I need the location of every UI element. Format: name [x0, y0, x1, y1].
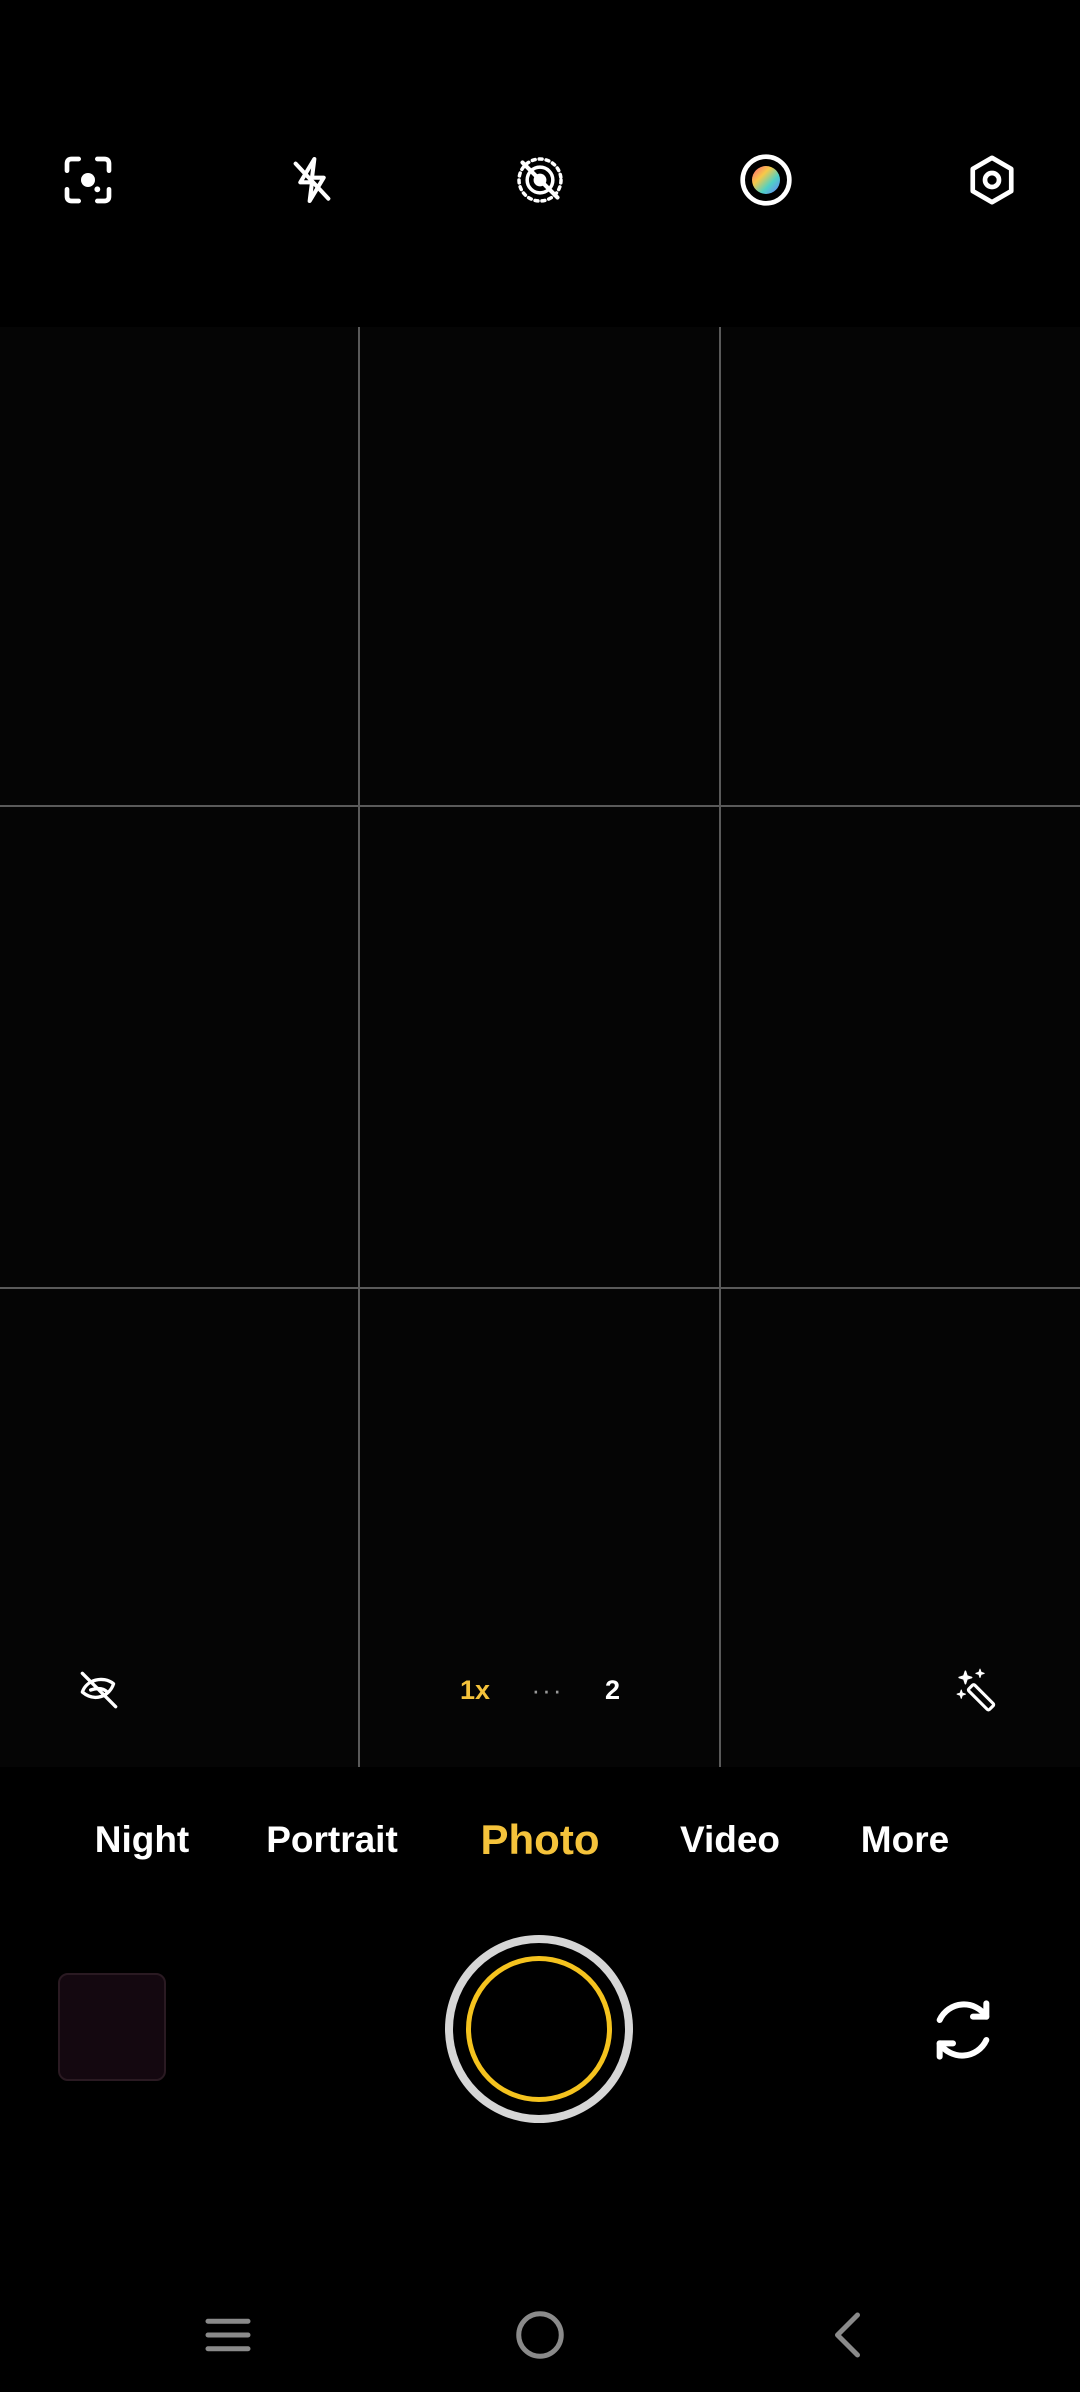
- shutter-button[interactable]: [445, 1935, 633, 2123]
- grid-line: [0, 805, 1080, 807]
- grid-line: [358, 327, 360, 1767]
- shutter-ring: [453, 1943, 625, 2115]
- magic-wand-icon[interactable]: [945, 1655, 1015, 1725]
- mode-video[interactable]: Video: [660, 1805, 800, 1875]
- recent-apps-icon[interactable]: [183, 2290, 273, 2380]
- lens-scan-icon[interactable]: [48, 140, 128, 220]
- gallery-thumbnail[interactable]: [58, 1973, 166, 2081]
- color-filter-icon[interactable]: [726, 140, 806, 220]
- shutter-inner-ring: [466, 1956, 612, 2102]
- zoom-1x-option[interactable]: 1x: [460, 1675, 490, 1706]
- mode-portrait[interactable]: Portrait: [252, 1805, 412, 1875]
- switch-camera-icon[interactable]: [918, 1985, 1008, 2075]
- home-icon[interactable]: [495, 2290, 585, 2380]
- camera-screen: 1x ··· 2 Night Portrait Photo Video More: [0, 0, 1080, 2392]
- back-icon[interactable]: [805, 2290, 895, 2380]
- mode-photo[interactable]: Photo: [455, 1805, 625, 1875]
- navigation-bar: [0, 2290, 1080, 2380]
- zoom-selector[interactable]: 1x ··· 2: [430, 1650, 650, 1730]
- grid-line: [719, 327, 721, 1767]
- top-toolbar: [0, 140, 1080, 220]
- mode-night[interactable]: Night: [72, 1805, 212, 1875]
- zoom-dots: ···: [531, 1674, 564, 1705]
- grid-line: [0, 1287, 1080, 1289]
- flash-off-icon[interactable]: [272, 140, 352, 220]
- mode-selector: Night Portrait Photo Video More: [0, 1805, 1080, 1875]
- settings-icon[interactable]: [952, 140, 1032, 220]
- beauty-off-icon[interactable]: [64, 1655, 134, 1725]
- live-photo-off-icon[interactable]: [500, 140, 580, 220]
- viewfinder[interactable]: [0, 327, 1080, 1767]
- viewfinder-controls: 1x ··· 2: [0, 1650, 1080, 1730]
- zoom-2x-option[interactable]: 2: [605, 1675, 620, 1706]
- mode-more[interactable]: More: [835, 1805, 975, 1875]
